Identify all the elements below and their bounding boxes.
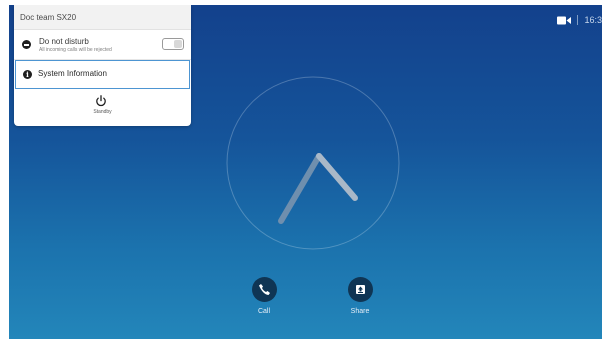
standby-label: Standby (93, 109, 112, 115)
power-icon (96, 95, 106, 107)
do-not-disturb-row[interactable]: Do not disturb All incoming calls will b… (14, 30, 191, 60)
do-not-disturb-toggle[interactable] (162, 38, 184, 50)
window-frame: 16:3 Doc team SX20 Do not disturb All in… (0, 0, 602, 345)
do-not-disturb-sublabel: All incoming calls will be rejected (39, 47, 112, 53)
toggle-knob (174, 40, 182, 48)
call-button[interactable] (251, 277, 277, 302)
info-circle-icon: i (23, 70, 32, 79)
swipe-up-area[interactable] (225, 75, 401, 251)
chevron-up-icon (278, 153, 358, 224)
device-name-header[interactable]: Doc team SX20 (14, 5, 191, 30)
minus-circle-icon (22, 40, 31, 49)
phone-icon (258, 284, 270, 295)
video-camera-icon (557, 16, 572, 24)
share-button[interactable] (347, 277, 373, 302)
share-label: Share (350, 308, 370, 315)
system-information-row[interactable]: i System Information (15, 60, 190, 89)
clock: 16:3 (584, 15, 602, 25)
do-not-disturb-label: Do not disturb (39, 37, 89, 46)
device-menu-panel: Doc team SX20 Do not disturb All incomin… (14, 5, 191, 126)
home-screen: 16:3 Doc team SX20 Do not disturb All in… (9, 5, 602, 339)
standby-button[interactable]: Standby (14, 89, 191, 124)
device-name: Doc team SX20 (20, 12, 77, 22)
system-information-label: System Information (38, 69, 107, 78)
share-upload-icon (355, 285, 365, 294)
call-label: Call (257, 308, 271, 315)
status-divider (577, 15, 579, 25)
share-action[interactable]: Share (340, 277, 380, 315)
call-action[interactable]: Call (244, 277, 284, 315)
status-bar: 16:3 (557, 13, 602, 27)
